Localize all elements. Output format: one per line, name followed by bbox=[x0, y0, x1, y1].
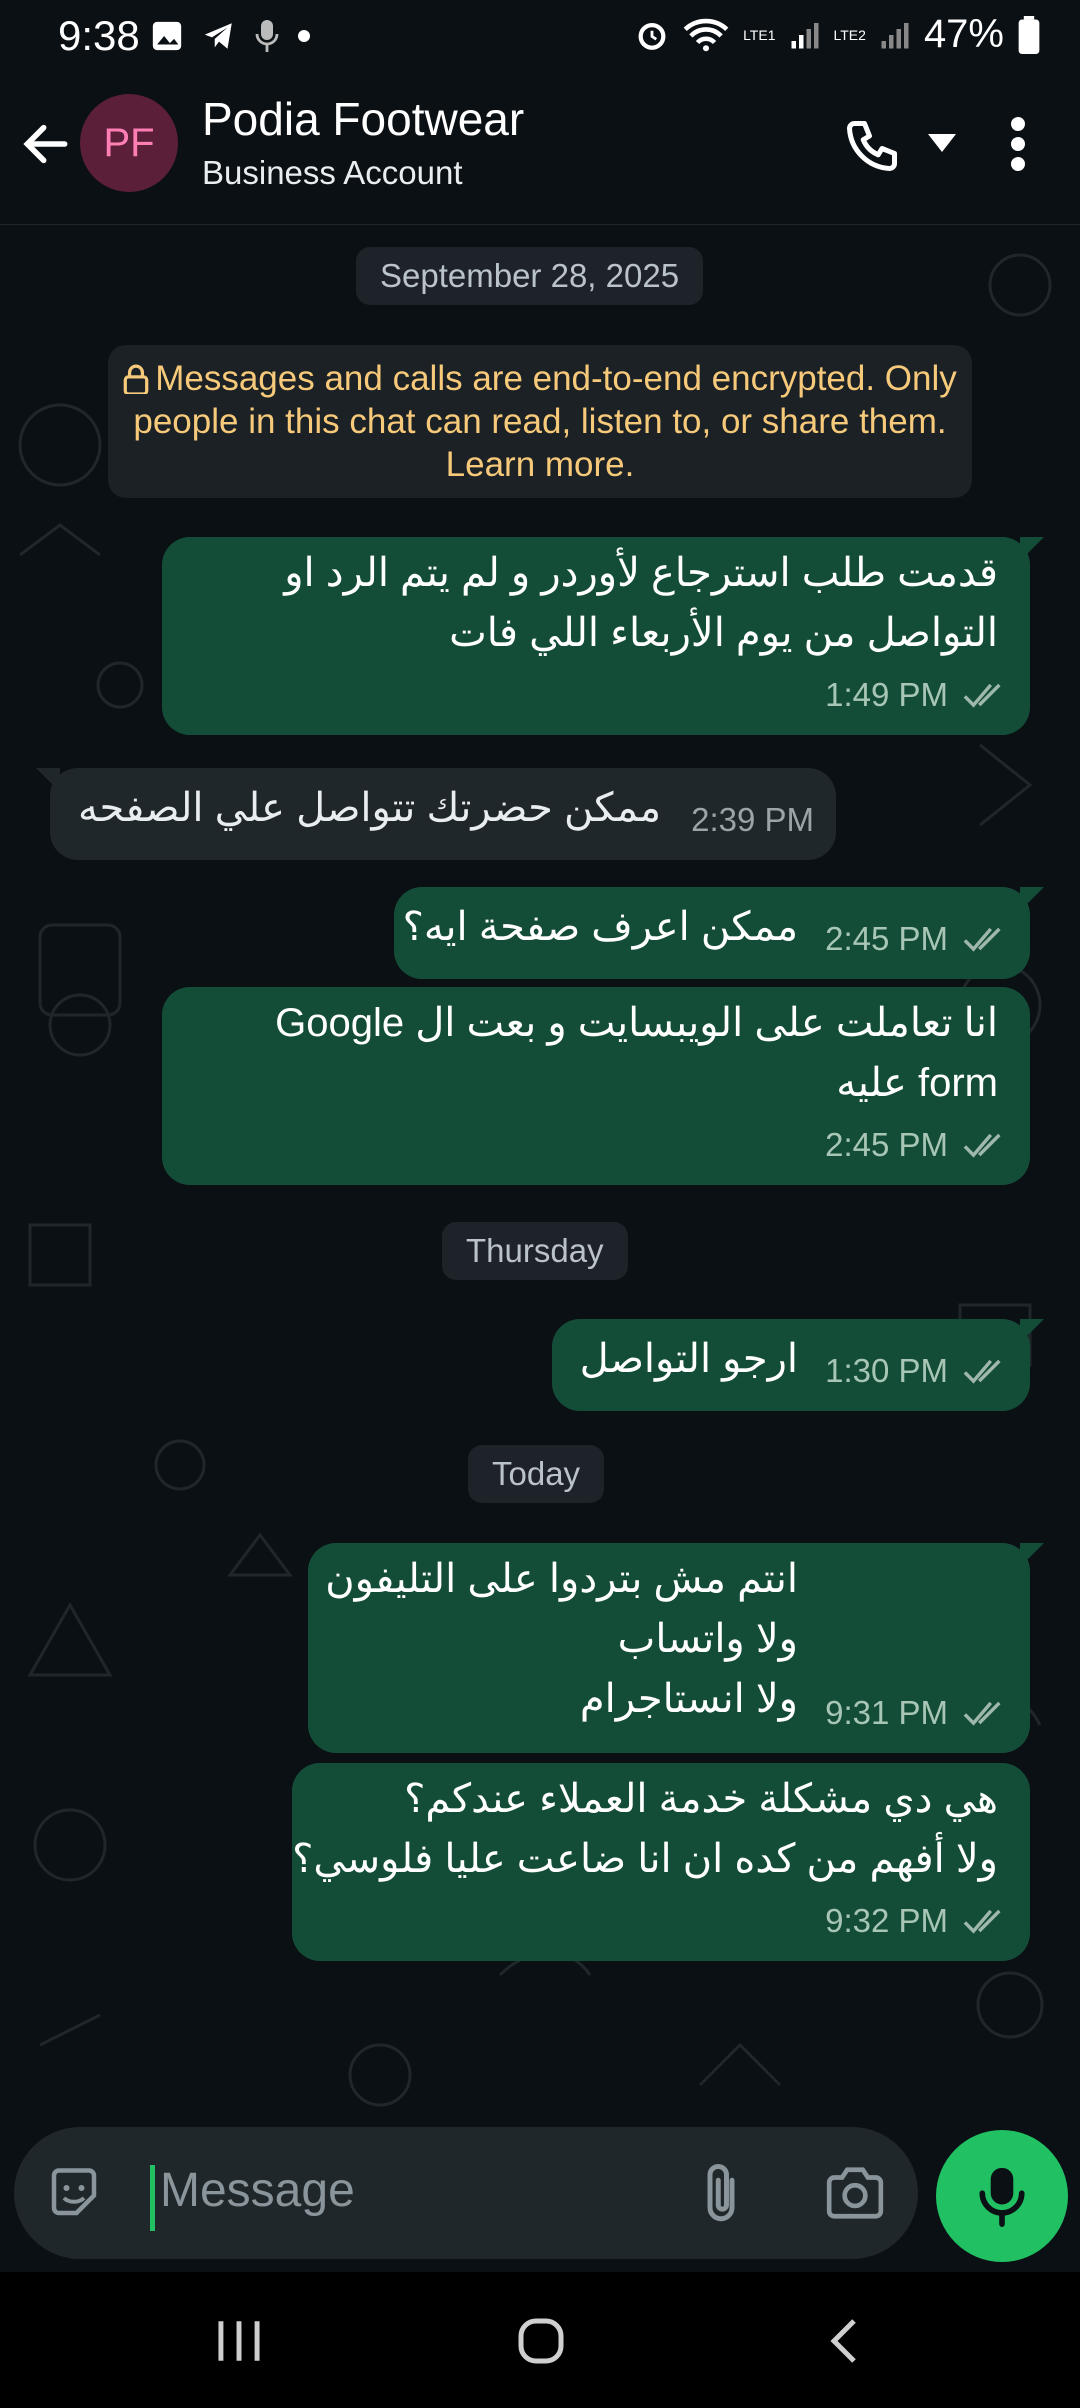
double-check-icon bbox=[963, 1133, 1001, 1158]
message-line: انتم مش بتردوا على التليفون bbox=[325, 1557, 798, 1601]
contact-name[interactable]: Podia Footwear bbox=[202, 92, 524, 146]
encryption-text: Messages and calls are end-to-end encryp… bbox=[133, 359, 957, 484]
double-check-icon bbox=[963, 927, 1001, 952]
message-time: 2:45 PM bbox=[825, 920, 948, 957]
message-outgoing[interactable]: ارجو التواصل 1:30 PM bbox=[552, 1319, 1044, 1411]
caret-down-icon[interactable] bbox=[928, 134, 956, 154]
message-meta: 2:45 PM bbox=[825, 909, 1008, 969]
message-meta: 9:32 PM bbox=[825, 1891, 1008, 1951]
date-separator: Thursday bbox=[442, 1222, 628, 1280]
sim1-label: LTE1 bbox=[743, 26, 776, 43]
bubble-tail bbox=[1020, 537, 1044, 561]
gallery-icon bbox=[152, 21, 182, 51]
message-outgoing[interactable]: انتم مش بتردوا على التليفون ولا واتساب و… bbox=[308, 1543, 1044, 1753]
attach-icon[interactable] bbox=[696, 2161, 746, 2227]
bubble-tail bbox=[1020, 1319, 1044, 1343]
avatar-initials: PF bbox=[103, 120, 155, 165]
message-outgoing[interactable]: هي دي مشكلة خدمة العملاء عندكم؟ ولا أفهم… bbox=[292, 1763, 1030, 1961]
notification-icons bbox=[150, 18, 312, 54]
message-line: ولا انستاجرام bbox=[579, 1677, 798, 1721]
date-separator: September 28, 2025 bbox=[356, 247, 704, 305]
dot-icon bbox=[298, 30, 310, 42]
message-input[interactable]: Message bbox=[160, 2163, 355, 2218]
message-time: 2:45 PM bbox=[825, 1126, 948, 1163]
message-meta: 1:49 PM bbox=[825, 665, 1008, 725]
wifi-icon bbox=[683, 18, 729, 51]
back-arrow-icon[interactable] bbox=[18, 116, 74, 172]
message-time: 9:32 PM bbox=[825, 1902, 948, 1939]
message-time: 9:31 PM bbox=[825, 1694, 948, 1731]
mic-button[interactable] bbox=[936, 2130, 1068, 2262]
date-separator: Today bbox=[468, 1445, 605, 1503]
sticker-icon[interactable] bbox=[44, 2163, 104, 2223]
avatar[interactable]: PF bbox=[80, 94, 178, 192]
phone-icon[interactable] bbox=[842, 116, 902, 176]
system-nav-bar bbox=[0, 2272, 1080, 2408]
message-meta: 2:45 PM bbox=[825, 1115, 1008, 1175]
message-text: ممكن حضرتك تتواصل علي الصفحه bbox=[78, 786, 662, 830]
bubble-tail bbox=[1020, 1543, 1044, 1567]
signal-2-icon bbox=[881, 22, 909, 48]
status-bar: 9:38 LTE1 LTE2 47% bbox=[0, 0, 1080, 76]
double-check-icon bbox=[963, 683, 1001, 708]
message-time: 1:49 PM bbox=[825, 676, 948, 713]
contact-subtitle[interactable]: Business Account bbox=[202, 154, 463, 192]
double-check-icon bbox=[963, 1909, 1001, 1934]
message-line: form عليه bbox=[836, 1061, 998, 1105]
message-composer: Message bbox=[14, 2127, 918, 2259]
message-meta: 1:30 PM bbox=[825, 1341, 1008, 1401]
bubble-tail bbox=[36, 768, 60, 792]
chat-header: PF Podia Footwear Business Account bbox=[0, 76, 1080, 225]
signal-1-icon bbox=[791, 22, 818, 48]
message-text: ارجو التواصل bbox=[579, 1337, 798, 1381]
telegram-icon bbox=[204, 23, 232, 49]
home-icon[interactable] bbox=[516, 2316, 566, 2366]
message-time: 2:39 PM bbox=[691, 801, 814, 838]
double-check-icon bbox=[963, 1701, 1001, 1726]
mic-icon bbox=[979, 2167, 1025, 2227]
mic-small-icon bbox=[255, 20, 279, 52]
chat-area[interactable]: September 28, 2025 Messages and calls ar… bbox=[0, 225, 1080, 2125]
text-cursor bbox=[150, 2165, 155, 2231]
more-vert-icon[interactable] bbox=[1000, 114, 1036, 174]
message-outgoing[interactable]: انا تعاملت على الويبسايت و بعت ال Google… bbox=[162, 987, 1030, 1185]
message-line: ولا واتساب bbox=[617, 1617, 798, 1661]
message-text: ممكن اعرف صفحة ايه؟ bbox=[402, 905, 798, 949]
double-check-icon bbox=[963, 1359, 1001, 1384]
sim2-label: LTE2 bbox=[833, 26, 866, 43]
battery-icon bbox=[1018, 15, 1040, 54]
nav-back-icon[interactable] bbox=[824, 2316, 864, 2366]
message-outgoing[interactable]: ممكن اعرف صفحة ايه؟ 2:45 PM bbox=[394, 887, 1044, 979]
message-line: انا تعاملت على الويبسايت و بعت ال Google bbox=[275, 1001, 998, 1045]
camera-icon[interactable] bbox=[824, 2163, 886, 2223]
encryption-notice[interactable]: Messages and calls are end-to-end encryp… bbox=[108, 345, 972, 498]
message-line: ولا أفهم من كده ان انا ضاعت عليا فلوسي؟ bbox=[292, 1837, 998, 1881]
battery-percent: 47% bbox=[923, 12, 1004, 56]
recents-icon[interactable] bbox=[214, 2318, 264, 2364]
status-time: 9:38 bbox=[58, 12, 140, 59]
message-line: هي دي مشكلة خدمة العملاء عندكم؟ bbox=[404, 1777, 998, 1821]
message-time: 1:30 PM bbox=[825, 1352, 948, 1389]
bubble-tail bbox=[1020, 887, 1044, 911]
message-line: التواصل من يوم الأربعاء اللي فات bbox=[449, 611, 998, 655]
message-incoming[interactable]: ممكن حضرتك تتواصل علي الصفحه 2:39 PM bbox=[36, 768, 836, 860]
message-outgoing[interactable]: قدمت طلب استرجاع لأوردر و لم يتم الرد او… bbox=[162, 537, 1044, 735]
system-status: LTE1 LTE2 47% bbox=[635, 12, 1040, 57]
message-line: قدمت طلب استرجاع لأوردر و لم يتم الرد او bbox=[284, 551, 998, 595]
message-meta: 2:39 PM bbox=[691, 790, 814, 850]
alarm-icon bbox=[638, 22, 666, 50]
message-meta: 9:31 PM bbox=[825, 1683, 1008, 1743]
lock-icon bbox=[123, 364, 149, 396]
